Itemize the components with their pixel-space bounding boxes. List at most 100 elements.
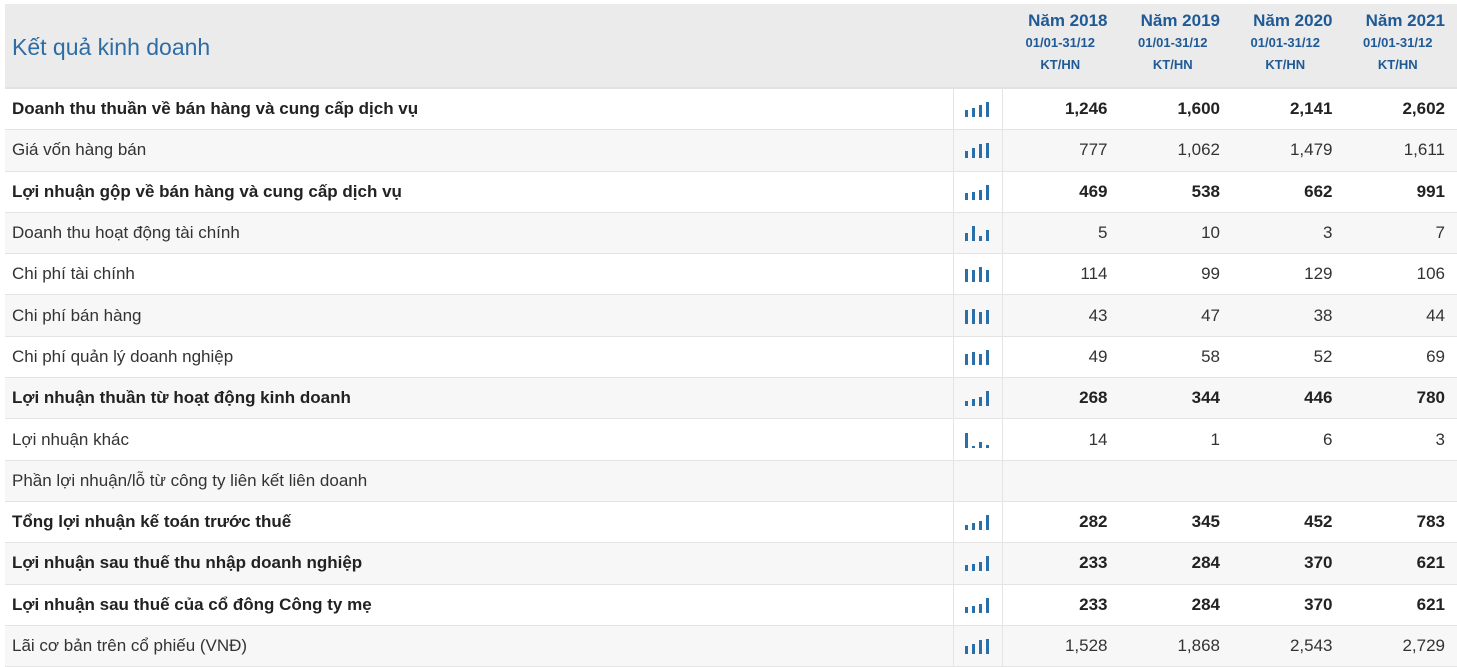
mini-bar (979, 105, 982, 118)
row-label: Doanh thu thuần về bán hàng và cung cấp … (5, 89, 954, 130)
row-chart-cell[interactable] (954, 543, 1003, 584)
row-value: 2,543 (1289, 636, 1333, 655)
mini-bar-chart-icon[interactable] (964, 225, 992, 242)
row-value: 345 (1191, 512, 1220, 532)
row-value: 7 (1435, 223, 1445, 243)
row-value: 47 (1201, 305, 1220, 325)
row-value: 49 (1088, 346, 1108, 366)
row-value (1003, 461, 1116, 501)
row-value: 621 (1416, 594, 1445, 614)
mini-bar (965, 646, 968, 654)
mini-bar (972, 564, 975, 572)
row-label: Lợi nhuận sau thuế thu nhập doanh nghiệp (5, 543, 954, 584)
table-header: Kết quả kinh doanh Năm 2018 01/01-31/12 … (5, 4, 1457, 89)
row-value: 14 (1088, 429, 1108, 449)
mini-bar (979, 441, 982, 448)
column-period: 01/01-31/12 (1250, 35, 1320, 50)
mini-bar-chart-icon[interactable] (964, 514, 992, 531)
row-value: 233 (1079, 553, 1108, 573)
mini-bar (965, 269, 968, 283)
row-value: 344 (1191, 388, 1220, 408)
mini-bar-chart-icon[interactable] (964, 597, 992, 613)
table-row: Tổng lợi nhuận kế toán trước thuế 282 345 4… (5, 501, 1457, 544)
mini-bar (972, 191, 975, 200)
mini-bar (979, 236, 982, 242)
row-chart-cell[interactable] (954, 584, 1003, 625)
table-body: Doanh thu thuần về bán hàng và cung cấp … (5, 89, 1457, 667)
mini-bar (986, 270, 989, 283)
column-audit: KT/HN (1377, 57, 1418, 72)
row-value: 284 (1191, 553, 1220, 573)
mini-bar-chart-icon[interactable] (964, 349, 992, 365)
row-chart-cell[interactable] (954, 295, 1003, 336)
row-value: 3 (1323, 223, 1333, 243)
row-value: 44 (1426, 305, 1445, 325)
mini-bar (986, 309, 989, 324)
row-label: Lợi nhuận thuần từ hoạt động kinh doanh (5, 378, 954, 419)
row-chart-cell[interactable] (954, 89, 1003, 130)
row-chart-cell[interactable] (954, 171, 1003, 212)
row-label: Chi phí bán hàng (5, 295, 954, 336)
mini-bar-chart-icon[interactable] (964, 142, 992, 159)
row-label: Giá vốn hàng bán (5, 130, 954, 171)
row-value: 282 (1079, 512, 1108, 532)
table-row: Doanh thu hoạt động tài chính 5 10 3 7 (5, 212, 1457, 255)
row-value: 621 (1416, 553, 1445, 573)
mini-bar-chart-icon[interactable] (964, 390, 992, 407)
mini-bar-chart-icon[interactable] (964, 101, 992, 118)
mini-bar-chart-icon[interactable] (964, 555, 992, 572)
row-label: Lãi cơ bản trên cổ phiếu (VNĐ) (5, 625, 954, 667)
mini-bar (986, 230, 989, 242)
column-header-2020[interactable]: Năm 2020 01/01-31/12 KT/HN (1228, 4, 1341, 87)
mini-bar-chart-icon[interactable] (964, 266, 992, 283)
row-chart-cell[interactable] (954, 336, 1003, 378)
mini-bar-chart-icon[interactable] (964, 184, 992, 200)
row-value: 106 (1416, 264, 1445, 284)
column-header-2018[interactable]: Năm 2018 01/01-31/12 KT/HN (1003, 4, 1116, 87)
row-value: 452 (1304, 512, 1333, 532)
row-value (1116, 461, 1229, 501)
mini-bar (972, 226, 975, 242)
column-header-2021[interactable]: Năm 2021 01/01-31/12 KT/HN (1341, 4, 1454, 87)
row-value: 58 (1201, 346, 1220, 366)
table-row: Chi phí bán hàng 43 47 38 44 (5, 295, 1457, 337)
table-row: Lợi nhuận sau thuế của cổ đông Công ty m… (5, 584, 1457, 626)
mini-bar (972, 605, 975, 613)
mini-bar (986, 184, 989, 200)
mini-bar-chart-icon[interactable] (964, 638, 992, 654)
row-value: 268 (1079, 388, 1108, 408)
mini-bar (979, 521, 982, 531)
row-value: 1,868 (1177, 636, 1220, 655)
mini-bar (986, 102, 989, 118)
row-chart-cell (954, 460, 1003, 501)
mini-bar (972, 445, 975, 448)
table-row: Lợi nhuận khác 14 1 6 3 (5, 419, 1457, 461)
row-label: Phần lợi nhuận/lỗ từ công ty liên kết li… (5, 460, 954, 501)
mini-bar (986, 597, 989, 613)
mini-bar (972, 351, 975, 365)
row-value: 1,246 (1064, 99, 1108, 119)
row-chart-cell[interactable] (954, 130, 1003, 171)
row-chart-cell[interactable] (954, 212, 1003, 254)
row-value: 114 (1080, 264, 1108, 284)
row-value: 2,141 (1289, 99, 1333, 119)
mini-bar (965, 110, 968, 118)
mini-bar (972, 644, 975, 654)
mini-bar-chart-icon[interactable] (964, 308, 992, 324)
row-chart-cell[interactable] (954, 378, 1003, 419)
column-header-2019[interactable]: Năm 2019 01/01-31/12 KT/HN (1116, 4, 1229, 87)
row-value: 3 (1435, 429, 1445, 449)
row-chart-cell[interactable] (954, 419, 1003, 460)
row-value: 10 (1201, 223, 1220, 243)
row-value: 69 (1426, 346, 1445, 366)
row-chart-cell[interactable] (954, 254, 1003, 295)
row-chart-cell[interactable] (954, 501, 1003, 543)
mini-bar (965, 353, 968, 365)
mini-bar (986, 556, 989, 572)
row-chart-cell[interactable] (954, 625, 1003, 667)
column-year: Năm 2019 (1140, 11, 1220, 30)
mini-bar (965, 525, 968, 531)
mini-bar (979, 311, 982, 324)
mini-bar-chart-icon[interactable] (964, 432, 992, 448)
column-year: Năm 2020 (1253, 11, 1333, 30)
